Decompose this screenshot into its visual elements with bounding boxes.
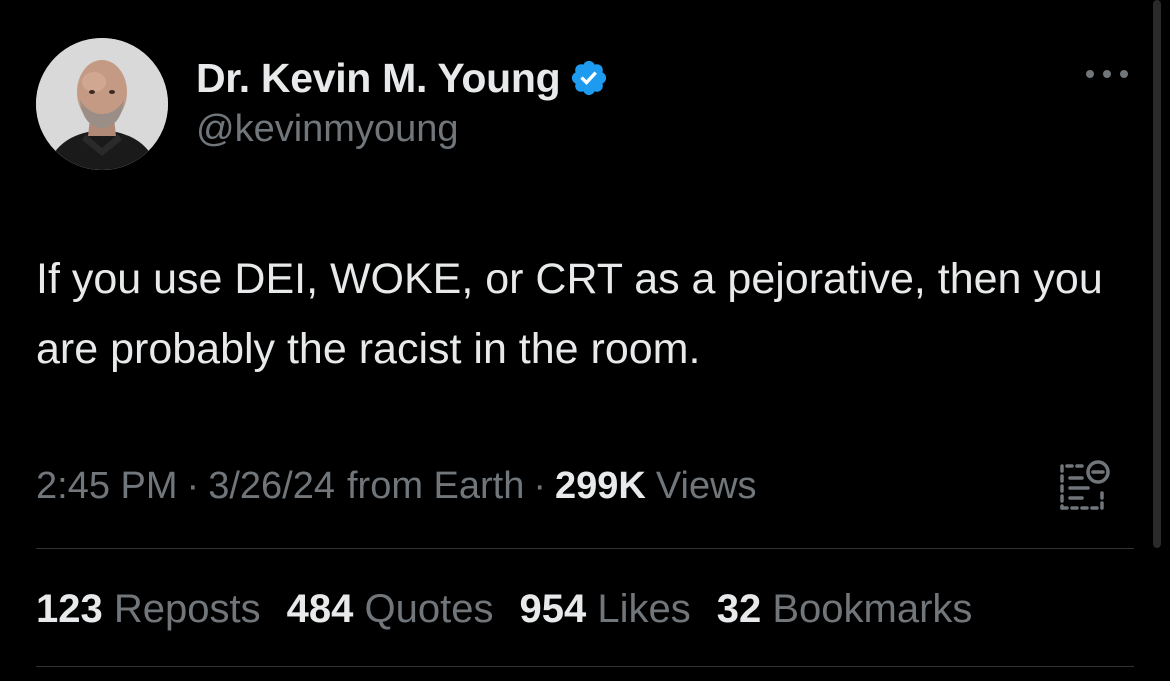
tweet-meta: 2:45 PM · 3/26/24 from Earth · 299K View…	[36, 462, 757, 510]
reposts-count: 123	[36, 586, 103, 631]
tweet-time[interactable]: 2:45 PM	[36, 465, 178, 508]
scrollbar[interactable]	[1153, 0, 1161, 548]
author-display-name[interactable]: Dr. Kevin M. Young	[196, 55, 561, 102]
bookmarks-count: 32	[716, 586, 762, 631]
tweet-text: If you use DEI, WOKE, or CRT as a pejora…	[36, 255, 1103, 373]
divider	[36, 548, 1134, 549]
likes-label: Likes	[597, 586, 691, 631]
tweet-date[interactable]: 3/26/24	[208, 465, 335, 508]
stat-bookmarks[interactable]: 32 Bookmarks	[717, 587, 973, 632]
post-analytics-icon[interactable]	[1052, 458, 1114, 518]
views-label: Views	[655, 464, 757, 507]
stat-quotes[interactable]: 484 Quotes	[287, 587, 494, 632]
meta-separator: ·	[533, 464, 547, 507]
likes-count: 954	[519, 586, 587, 631]
quotes-count: 484	[286, 586, 354, 631]
meta-separator: ·	[186, 464, 200, 507]
more-options-icon[interactable]	[1082, 62, 1132, 86]
bookmarks-label: Bookmarks	[772, 586, 973, 631]
tweet-source: from Earth	[346, 464, 525, 507]
stat-reposts[interactable]: 123 Reposts	[36, 587, 261, 632]
avatar[interactable]	[36, 38, 168, 170]
divider	[36, 666, 1134, 667]
stat-likes[interactable]: 954 Likes	[519, 587, 690, 632]
engagement-stats: 123 Reposts 484 Quotes 954 Likes 32 Book…	[36, 584, 998, 634]
reposts-label: Reposts	[113, 586, 261, 631]
quotes-label: Quotes	[364, 586, 494, 631]
avatar-photo	[36, 38, 168, 170]
author-name-row: Dr. Kevin M. Young	[196, 54, 609, 102]
author-handle[interactable]: @kevinmyoung	[196, 108, 458, 151]
views-count: 299K	[555, 464, 646, 507]
verified-badge-icon[interactable]	[569, 58, 609, 98]
